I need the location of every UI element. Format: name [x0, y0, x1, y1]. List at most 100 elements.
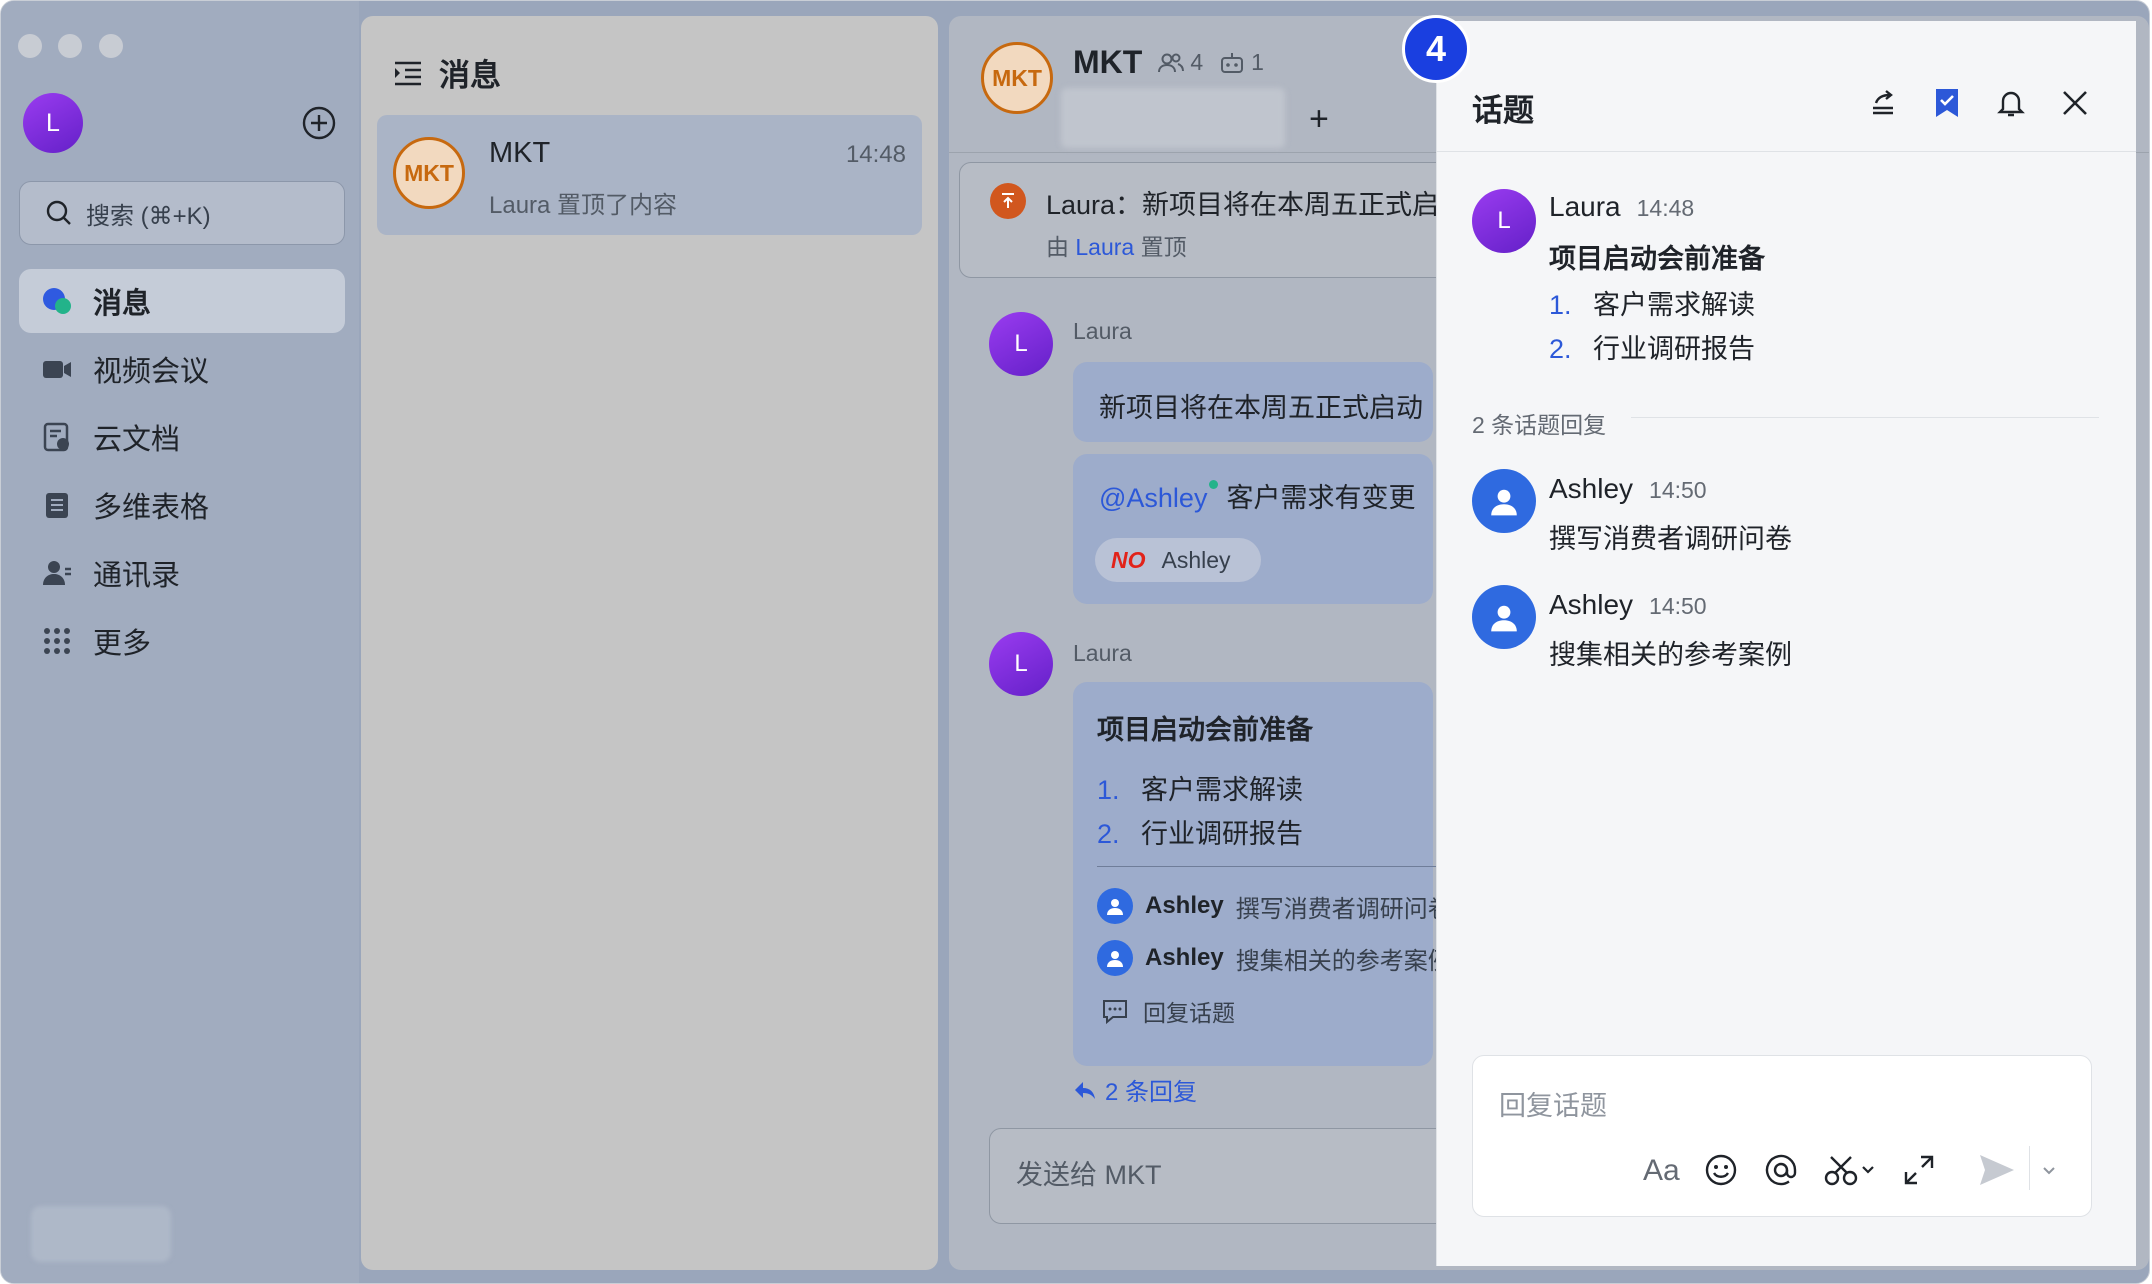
grid-dots-icon	[41, 625, 73, 657]
bookmark-icon[interactable]	[1929, 85, 1965, 121]
sidebar: L 搜索 (⌘+K) 消息 视频会议 云文档 多维表格 通讯录 更多	[1, 1, 359, 1283]
list-title: 消息	[439, 58, 501, 93]
user-avatar-letter: L	[46, 108, 60, 137]
step-badge: 4	[1402, 15, 1470, 83]
sidebar-item-more[interactable]: 更多	[19, 609, 345, 673]
list-item: 1. 客户需求解读	[1549, 290, 1755, 320]
sidebar-item-messages[interactable]: 消息	[19, 269, 345, 333]
blurred-status	[31, 1206, 171, 1262]
user-avatar[interactable]: L	[23, 93, 83, 153]
bot-count[interactable]: 1	[1219, 49, 1264, 76]
search-icon	[44, 198, 74, 228]
share-icon[interactable]	[1865, 85, 1901, 121]
pinned-by-name[interactable]: Laura	[1075, 234, 1134, 260]
pinned-message-banner[interactable]: Laura：新项目将在本周五正式启 由 Laura 置顶	[959, 162, 1479, 278]
add-circle-icon[interactable]	[301, 105, 337, 141]
sidebar-item-bitable[interactable]: 多维表格	[19, 473, 345, 537]
list-item[interactable]: MKT MKT 14:48 Laura 置顶了内容	[377, 115, 922, 235]
conversation-name: MKT	[489, 137, 551, 169]
user-avatar-icon	[1097, 888, 1133, 924]
conversation-preview: Laura 置顶了内容	[489, 192, 678, 219]
message-sender: Laura	[1073, 318, 1132, 344]
reply-divider-label: 2 条话题回复	[1472, 412, 1607, 438]
mention-link[interactable]: @Ashley	[1099, 483, 1207, 513]
sidebar-item-label: 消息	[93, 288, 152, 320]
member-count[interactable]: 4	[1158, 49, 1203, 76]
mention-icon[interactable]	[1763, 1152, 1799, 1193]
user-avatar-icon[interactable]	[1472, 585, 1536, 649]
list-item: 2. 行业调研报告	[1549, 334, 1755, 364]
message-title: 项目启动会前准备	[1097, 715, 1313, 745]
bell-icon[interactable]	[1993, 85, 2029, 121]
sidebar-item-contacts[interactable]: 通讯录	[19, 541, 345, 605]
reply-header: Ashley 14:50	[1549, 589, 1707, 620]
text-format-icon[interactable]: Aa	[1643, 1154, 1680, 1188]
list-item: 1. 客户需求解读	[1097, 775, 1303, 805]
reply-thread-button[interactable]: 回复话题	[1101, 994, 1235, 1028]
search-input[interactable]: 搜索 (⌘+K)	[19, 181, 345, 245]
members-icon	[1158, 53, 1185, 72]
chevron-down-icon[interactable]	[2039, 1160, 2059, 1185]
thread-root-header: Laura 14:48	[1549, 191, 1695, 222]
conversation-list-panel: 消息 MKT MKT 14:48 Laura 置顶了内容	[361, 16, 938, 1270]
chat-avatar[interactable]: MKT	[981, 42, 1053, 114]
list-header: 消息	[393, 50, 501, 95]
mkt-avatar: MKT	[393, 137, 465, 209]
thread-root-avatar[interactable]: L	[1472, 189, 1536, 253]
close-window-button[interactable]	[18, 34, 42, 58]
message-sender: Laura	[1073, 640, 1132, 666]
expand-icon[interactable]	[1901, 1152, 1937, 1193]
thread-reply-placeholder: 回复话题	[1499, 1091, 1607, 1121]
sidebar-item-label: 云文档	[93, 424, 181, 456]
user-avatar-icon[interactable]	[1472, 469, 1536, 533]
pin-icon	[990, 183, 1026, 219]
comment-icon	[1101, 997, 1129, 1025]
add-tab-button[interactable]: +	[1309, 100, 1329, 139]
message-bubble[interactable]: @Ashley 客户需求有变更 NO Ashley	[1073, 454, 1433, 604]
blurred-tab	[1061, 88, 1285, 148]
app-window: L 搜索 (⌘+K) 消息 视频会议 云文档 多维表格 通讯录 更多 消息 MK…	[0, 0, 2150, 1284]
thread-panel: 话题 L Laura 14:48 项目启动会前准备 1. 客户需求解读 2. 行业调研…	[1436, 21, 2136, 1266]
reaction-chip[interactable]: NO Ashley	[1095, 538, 1261, 582]
sidebar-item-label: 多维表格	[93, 492, 210, 524]
reply-header: Ashley 14:50	[1549, 473, 1707, 504]
contacts-icon	[41, 557, 73, 589]
zoom-window-button[interactable]	[99, 34, 123, 58]
scissors-icon[interactable]	[1823, 1152, 1879, 1193]
thread-reply-input[interactable]: 回复话题 Aa	[1472, 1055, 2092, 1217]
user-avatar-icon	[1097, 940, 1133, 976]
thread-reply-preview[interactable]: Ashley 搜集相关的参考案例	[1097, 940, 1452, 976]
chat-bubble-icon	[41, 285, 73, 317]
message-avatar[interactable]: L	[989, 312, 1053, 376]
sidebar-item-cloud-docs[interactable]: 云文档	[19, 405, 345, 469]
message-text: @Ashley 客户需求有变更	[1099, 476, 1415, 515]
message-bubble[interactable]: 项目启动会前准备 1. 客户需求解读 2. 行业调研报告 Ashley 撰写消费者调研…	[1073, 682, 1452, 1066]
message-bubble[interactable]: 新项目将在本周五正式启动	[1073, 362, 1433, 442]
close-icon[interactable]	[2057, 85, 2093, 121]
reply-text: 撰写消费者调研问卷	[1549, 524, 1792, 554]
cloud-doc-icon	[41, 421, 73, 453]
minimize-window-button[interactable]	[58, 34, 82, 58]
thread-root-title: 项目启动会前准备	[1549, 244, 1765, 274]
thread-title: 话题	[1472, 93, 1534, 128]
message-text: 新项目将在本周五正式启动	[1099, 393, 1423, 423]
sidebar-item-video-meeting[interactable]: 视频会议	[19, 337, 345, 401]
robot-icon	[1221, 52, 1244, 73]
conversation-time: 14:48	[845, 141, 906, 168]
reply-arrow-icon	[1073, 1078, 1097, 1102]
list-collapse-icon[interactable]	[393, 58, 423, 88]
sidebar-item-label: 视频会议	[93, 356, 210, 388]
thread-reply-preview[interactable]: Ashley 撰写消费者调研问卷	[1097, 888, 1452, 924]
reply-text: 搜集相关的参考案例	[1549, 640, 1792, 670]
table-icon	[41, 489, 73, 521]
chat-title: MKT	[1073, 44, 1143, 80]
send-icon[interactable]	[1977, 1152, 2017, 1193]
pinned-text: Laura：新项目将在本周五正式启	[1046, 190, 1440, 220]
pinned-by: 由 Laura 置顶	[1046, 234, 1187, 260]
list-item: 2. 行业调研报告	[1097, 819, 1303, 849]
search-placeholder: 搜索 (⌘+K)	[86, 202, 211, 230]
reply-count-link[interactable]: 2 条回复	[1073, 1072, 1197, 1107]
emoji-icon[interactable]	[1703, 1152, 1739, 1193]
no-sticker-icon: NO	[1111, 546, 1146, 573]
message-avatar[interactable]: L	[989, 632, 1053, 696]
